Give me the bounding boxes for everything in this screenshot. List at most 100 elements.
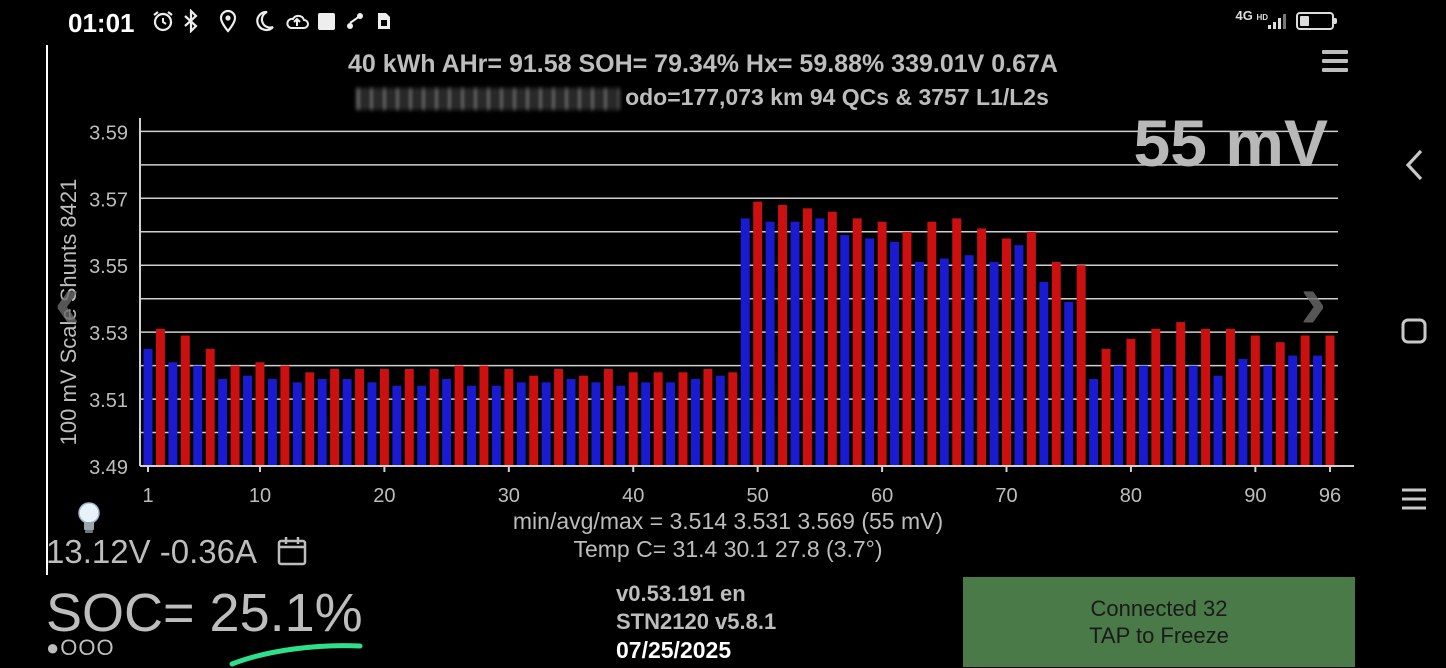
cell-bar-40	[628, 372, 638, 466]
cell-bar-9	[243, 375, 253, 466]
x-tick-label: 20	[373, 485, 395, 507]
version-info: v0.53.191 en STN2120 v5.8.1 07/25/2025	[616, 580, 776, 664]
cell-bar-81	[1138, 365, 1148, 466]
cell-bar-28	[479, 365, 489, 466]
cell-bar-54	[802, 208, 812, 466]
cell-bar-60	[877, 221, 887, 466]
x-tick-label: 30	[498, 485, 520, 507]
cell-bar-43	[666, 382, 676, 466]
cell-bar-33	[541, 382, 551, 466]
x-tick-label: 80	[1120, 485, 1142, 507]
cell-bar-89	[1238, 358, 1248, 466]
cell-bar-56	[827, 211, 837, 466]
cell-bar-3	[168, 362, 178, 466]
cell-bar-36	[578, 375, 588, 466]
square-home-icon[interactable]	[1400, 317, 1428, 350]
cell-bar-4	[180, 335, 190, 466]
y-tick-label: 3.57	[89, 189, 128, 211]
cell-bar-68	[977, 228, 987, 466]
cell-bar-12	[280, 365, 290, 466]
cell-bar-34	[554, 368, 564, 466]
cell-bar-80	[1126, 338, 1136, 466]
cell-bar-82	[1151, 328, 1161, 466]
cell-bar-74	[1051, 261, 1061, 466]
cell-bar-14	[305, 372, 315, 466]
cell-bar-73	[1039, 281, 1049, 466]
cell-bar-71	[1014, 245, 1024, 466]
chart-bars	[143, 201, 1335, 466]
menu-lines-icon[interactable]	[1400, 486, 1428, 517]
cell-bar-10	[255, 362, 265, 466]
y-tick-label: 3.53	[89, 323, 128, 345]
aux-battery-reading: 13.12V -0.36A	[46, 533, 257, 570]
cell-bar-53	[790, 221, 800, 466]
cell-bar-66	[952, 218, 962, 466]
cell-bar-76	[1076, 265, 1086, 466]
cell-bar-41	[641, 382, 651, 466]
cell-bar-44	[678, 372, 688, 466]
voltage-delta-overlay: 55 mV	[1133, 106, 1328, 180]
cell-bar-55	[815, 218, 825, 466]
cell-bar-95	[1313, 355, 1323, 466]
cell-bar-18	[355, 368, 364, 466]
cell-bar-64	[927, 221, 937, 466]
adapter-version: STN2120 v5.8.1	[616, 609, 777, 634]
cell-bar-47	[715, 375, 725, 466]
cell-bar-27	[467, 385, 476, 466]
cell-bar-39	[616, 385, 626, 466]
cell-bar-23	[417, 385, 427, 466]
min-avg-max-stats: min/avg/max = 3.514 3.531 3.569 (55 mV)	[512, 508, 944, 534]
cell-bar-63	[914, 261, 924, 466]
cell-bar-85	[1188, 365, 1198, 466]
cell-bar-22	[404, 368, 414, 466]
cell-bar-11	[267, 379, 277, 466]
cell-bar-59	[865, 238, 875, 466]
cell-bar-57	[840, 235, 850, 466]
cell-bar-92	[1275, 342, 1285, 466]
chart-prev-arrow-icon[interactable]: ‹	[54, 255, 81, 347]
cell-bar-6	[205, 348, 215, 466]
cell-bar-26	[454, 365, 464, 466]
y-tick-label: 3.49	[89, 457, 128, 479]
cell-bar-70	[1002, 238, 1011, 466]
x-tick-label: 40	[622, 485, 644, 507]
cell-bar-50	[753, 201, 763, 466]
chart-next-arrow-icon[interactable]: ›	[1300, 255, 1327, 347]
cell-bar-58	[852, 218, 862, 466]
cell-bar-49	[740, 218, 750, 466]
cell-bar-24	[429, 368, 439, 466]
cell-bar-83	[1163, 365, 1173, 466]
cell-bar-31	[516, 382, 526, 466]
cell-bar-32	[529, 375, 539, 466]
y-tick-label: 3.59	[89, 122, 128, 144]
chevron-left-icon[interactable]	[1402, 148, 1428, 187]
cell-bar-75	[1064, 302, 1074, 466]
cell-bar-52	[778, 205, 788, 466]
calendar-icon[interactable]	[276, 535, 308, 567]
cell-bar-79	[1114, 365, 1123, 466]
cell-bar-46	[703, 368, 713, 466]
cell-bar-15	[317, 379, 327, 466]
connection-freeze-button[interactable]: Connected 32 TAP to Freeze	[963, 577, 1355, 667]
cell-bar-38	[603, 368, 613, 466]
cell-bar-25	[442, 379, 452, 466]
y-tick-label: 3.55	[89, 256, 128, 278]
x-tick-label: 96	[1319, 485, 1341, 507]
cell-bar-2	[155, 328, 165, 466]
connection-status: Connected 32	[1090, 596, 1228, 621]
cell-bar-17	[342, 379, 352, 466]
cell-bar-67	[964, 255, 974, 466]
app-version: v0.53.191 en	[616, 581, 746, 606]
cell-bar-94	[1300, 335, 1310, 466]
x-tick-label: 1	[142, 485, 153, 507]
cell-bar-35	[566, 379, 576, 466]
freeze-instruction: TAP to Freeze	[1089, 623, 1229, 648]
cell-bar-65	[939, 258, 949, 466]
cell-bar-91	[1263, 365, 1273, 466]
cell-bar-19	[367, 382, 377, 466]
cell-bar-48	[728, 372, 738, 466]
green-swoosh-decoration	[229, 643, 363, 667]
x-tick-label: 60	[871, 485, 893, 507]
cell-bar-90	[1250, 335, 1260, 466]
cell-bar-1	[143, 348, 153, 466]
